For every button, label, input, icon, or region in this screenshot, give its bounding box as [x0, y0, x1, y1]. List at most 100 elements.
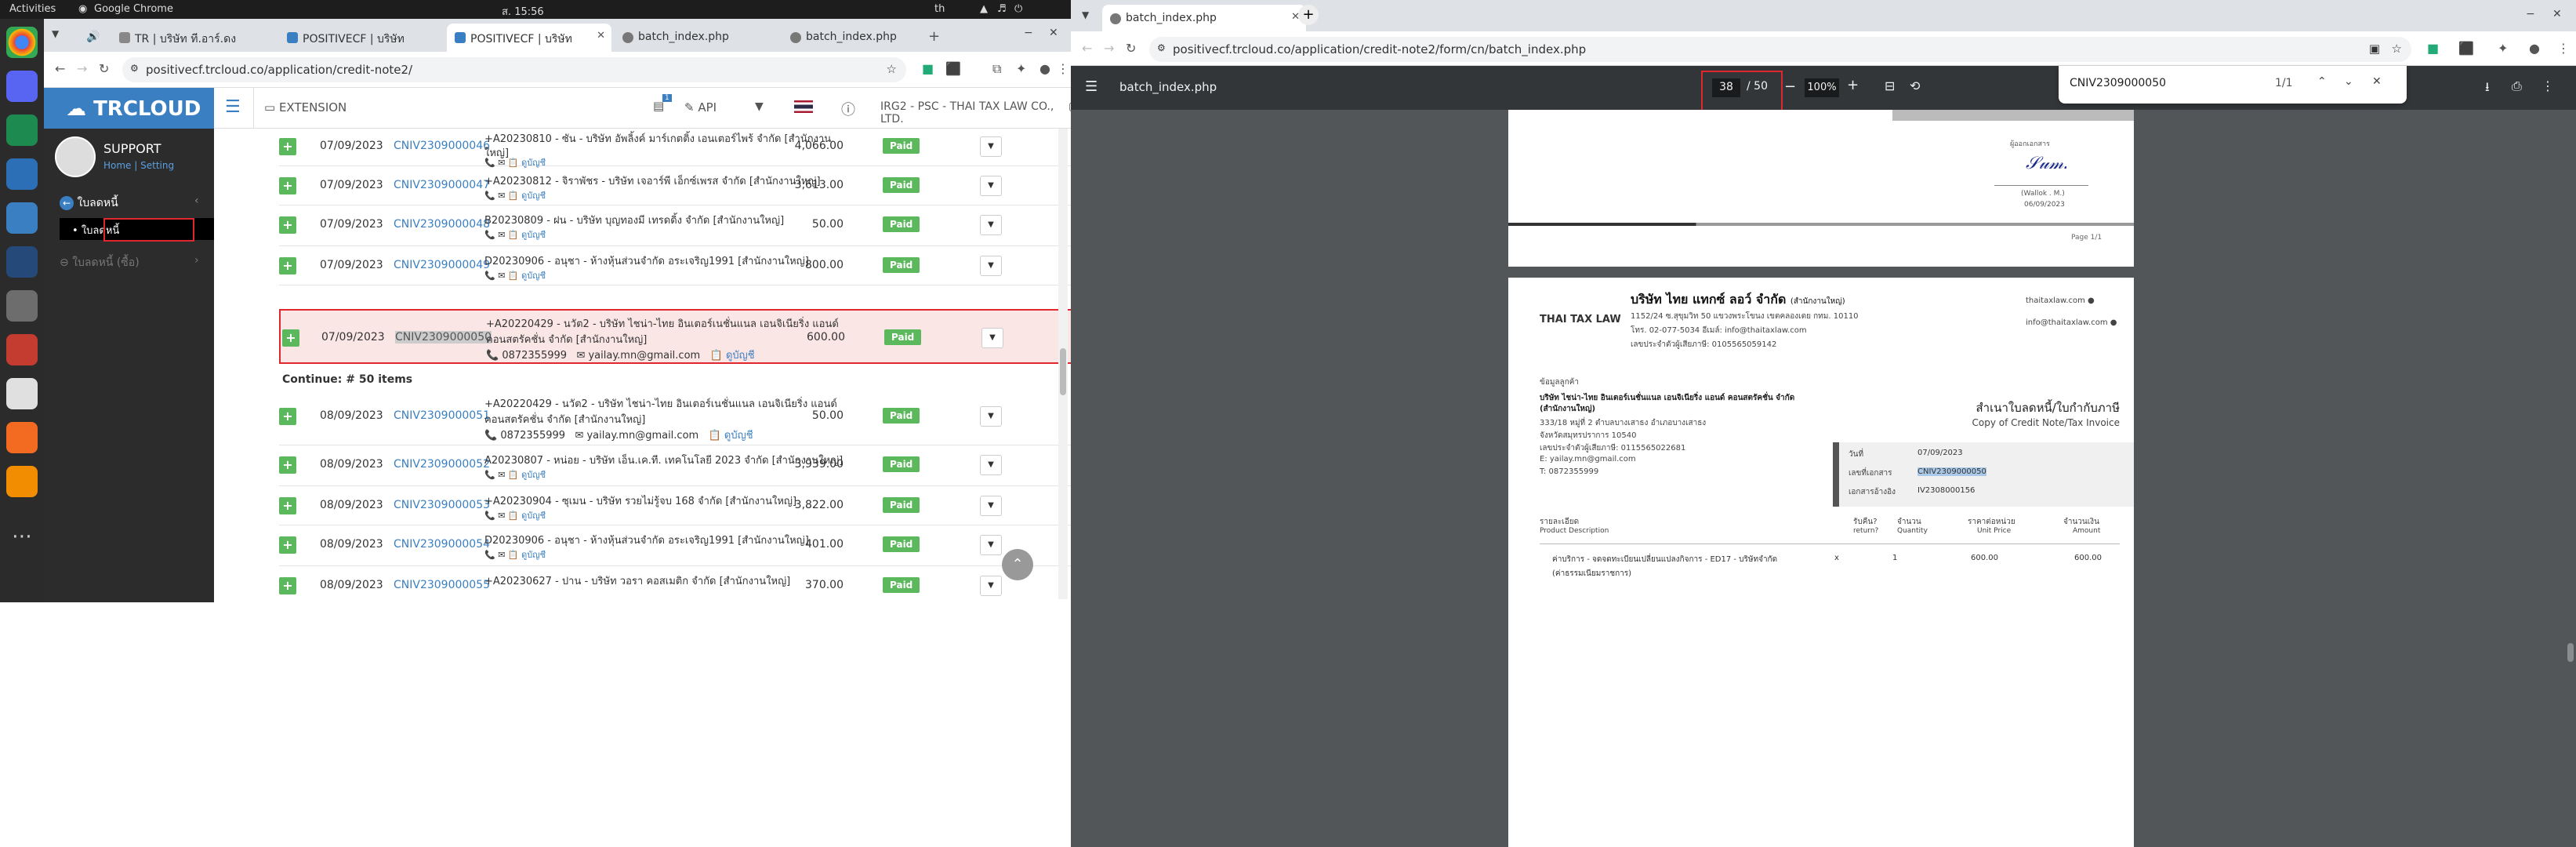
pdf-sidebar-menu-icon[interactable]: ☰	[1085, 78, 1098, 95]
row-action-dropdown[interactable]: ▼	[980, 176, 1002, 196]
row-doc-number[interactable]: CNIV2309000052	[394, 458, 490, 471]
trcloud-logo[interactable]: ☁ TRCLOUD	[44, 88, 214, 129]
profile-icon[interactable]: ●	[2529, 41, 2540, 56]
view-account-link[interactable]: 📋 ดูบัญชี	[508, 158, 546, 168]
tab-batch-index[interactable]: batch_index.php ✕	[1102, 5, 1306, 33]
view-account-link[interactable]: 📋 ดูบัญชี	[508, 191, 546, 201]
zoom-in-icon[interactable]: +	[1847, 77, 1859, 93]
tab-search-icon[interactable]: ▼	[1082, 9, 1089, 20]
tab-positivecf-2[interactable]: POSITIVECF | บริษัท ✕	[447, 24, 611, 52]
row-action-dropdown[interactable]: ▼	[980, 215, 1002, 235]
expand-row-button[interactable]: +	[279, 216, 296, 234]
back-icon[interactable]: ←	[1082, 41, 1092, 56]
home-link[interactable]: Home	[103, 160, 131, 171]
view-account-link[interactable]: 📋 ดูบัญชี	[710, 350, 755, 362]
rotate-icon[interactable]: ⟲	[1910, 78, 1920, 93]
expand-row-button[interactable]: +	[279, 408, 296, 425]
download-icon[interactable]: ⭳	[2485, 78, 2490, 100]
table-row-highlighted[interactable]: + 07/09/2023 CNIV2309000050 +A20220429 -…	[279, 309, 1071, 364]
hamburger-menu-icon[interactable]: ☰	[225, 97, 241, 117]
close-tab-icon[interactable]: ✕	[597, 30, 605, 42]
extension-icon[interactable]: ■	[922, 61, 934, 76]
row-action-dropdown[interactable]: ▼	[980, 256, 1002, 276]
view-account-link[interactable]: 📋 ดูบัญชี	[508, 470, 546, 480]
page-scrollbar[interactable]	[1058, 129, 1068, 599]
table-row[interactable]: + 07/09/2023 CNIV2309000047 +A20230812 -…	[279, 168, 1071, 205]
row-action-dropdown[interactable]: ▼	[980, 496, 1002, 516]
show-apps-icon[interactable]: ⋯	[6, 521, 38, 552]
back-icon[interactable]: ←	[55, 61, 65, 76]
view-account-link[interactable]: 📋 ดูบัญชี	[508, 271, 546, 281]
pinned-tab[interactable]: 🔊	[80, 24, 103, 52]
help-icon[interactable]: ⓘ	[841, 99, 855, 119]
tab-tr[interactable]: TR | บริษัท ที.อาร์.ดง	[111, 24, 276, 52]
close-window-button[interactable]: ✕	[1049, 27, 1058, 39]
pdf-more-icon[interactable]: ⋮	[2542, 78, 2554, 93]
row-action-dropdown[interactable]: ▼	[980, 535, 1002, 555]
tab-batch-1[interactable]: batch_index.php	[615, 24, 779, 52]
avatar[interactable]	[55, 136, 96, 177]
print-icon[interactable]: ⎙	[2512, 78, 2522, 94]
new-tab-button[interactable]: +	[1298, 5, 1319, 25]
expand-row-button[interactable]: +	[279, 138, 296, 155]
zoom-input[interactable]: 100%	[1805, 78, 1839, 97]
thai-flag-icon[interactable]	[794, 100, 813, 113]
row-action-dropdown[interactable]: ▼	[981, 328, 1003, 348]
menu-kebab-icon[interactable]: ⋮	[1057, 61, 1069, 76]
power-icon[interactable]: ⏻	[1014, 3, 1022, 15]
view-account-link[interactable]: 📋 ดูบัญชี	[709, 430, 753, 442]
find-previous-icon[interactable]: ⌃	[2317, 75, 2327, 88]
forward-icon[interactable]: →	[1104, 41, 1114, 56]
reload-icon[interactable]: ↻	[1126, 41, 1136, 56]
extension-icon-2[interactable]: ⬛	[2458, 41, 2474, 56]
row-doc-number[interactable]: CNIV2309000050	[395, 331, 492, 344]
find-close-icon[interactable]: ✕	[2372, 75, 2382, 88]
reload-icon[interactable]: ↻	[99, 61, 109, 76]
extension-menu[interactable]: ▭ EXTENSION	[264, 100, 346, 115]
expand-row-button[interactable]: +	[279, 456, 296, 474]
forward-icon[interactable]: →	[77, 61, 87, 76]
extensions-puzzle-icon[interactable]: ✦	[2498, 41, 2508, 56]
menu-kebab-icon[interactable]: ⋮	[2557, 41, 2570, 56]
table-row[interactable]: + 07/09/2023 CNIV2309000048 B20230809 - …	[279, 207, 1071, 246]
view-account-link[interactable]: 📋 ดูบัญชี	[508, 511, 546, 521]
expand-row-button[interactable]: +	[279, 577, 296, 594]
bookmark-star-icon[interactable]: ☆	[887, 62, 897, 76]
extensions-puzzle-icon[interactable]: ✦	[1016, 61, 1026, 76]
tab-search-icon[interactable]: ▼	[52, 28, 59, 39]
translate-icon[interactable]: ▣	[2369, 42, 2380, 56]
row-doc-number[interactable]: CNIV2309000051	[394, 409, 490, 422]
postman-icon[interactable]	[6, 422, 38, 453]
bookmark-star-icon[interactable]: ☆	[2392, 42, 2402, 56]
find-input[interactable]: CNIV2309000050	[2070, 77, 2166, 89]
table-row[interactable]: + 08/09/2023 CNIV2309000053 +A20230904 -…	[279, 488, 1071, 525]
sidebar-section-credit-note[interactable]: ← ใบลดหนี้ ‹	[60, 194, 199, 212]
app-menu[interactable]: Google Chrome	[94, 3, 173, 15]
expand-row-button[interactable]: +	[279, 536, 296, 554]
table-row[interactable]: + 08/09/2023 CNIV2309000051 +A20220429 -…	[279, 391, 1071, 445]
expand-row-button[interactable]: +	[279, 257, 296, 274]
extension-icon-2[interactable]: ⬛	[945, 61, 961, 76]
profile-icon[interactable]: ●	[1039, 61, 1050, 76]
address-bar[interactable]: ⚙ positivecf.trcloud.co/application/cred…	[1149, 37, 2411, 62]
expand-row-button[interactable]: +	[282, 329, 299, 347]
input-language[interactable]: th	[934, 3, 945, 15]
setting-link[interactable]: Setting	[140, 160, 174, 171]
site-info-icon[interactable]: ⚙	[1157, 42, 1166, 53]
calculator-icon[interactable]	[6, 290, 38, 322]
site-info-icon[interactable]: ⚙	[130, 63, 139, 74]
row-doc-number[interactable]: CNIV2309000046	[394, 140, 490, 152]
api-menu[interactable]: ✎ API	[684, 100, 717, 115]
find-next-icon[interactable]: ⌄	[2344, 75, 2353, 88]
row-doc-number[interactable]: CNIV2309000053	[394, 499, 490, 511]
clock[interactable]: ส. 15:56	[502, 3, 544, 20]
row-action-dropdown[interactable]: ▼	[980, 136, 1002, 157]
scroll-to-top-button[interactable]: ⌃	[1002, 549, 1033, 580]
address-bar[interactable]: ⚙ positivecf.trcloud.co/application/cred…	[122, 57, 906, 82]
row-doc-number[interactable]: CNIV2309000054	[394, 538, 490, 551]
extension-icon[interactable]: ■	[2427, 41, 2439, 56]
pdf-scrollbar[interactable]	[2565, 110, 2576, 847]
chrome-dock-icon[interactable]	[6, 27, 38, 58]
view-account-link[interactable]: 📋 ดูบัญชี	[508, 230, 546, 240]
tab-batch-2[interactable]: batch_index.php	[782, 24, 947, 52]
